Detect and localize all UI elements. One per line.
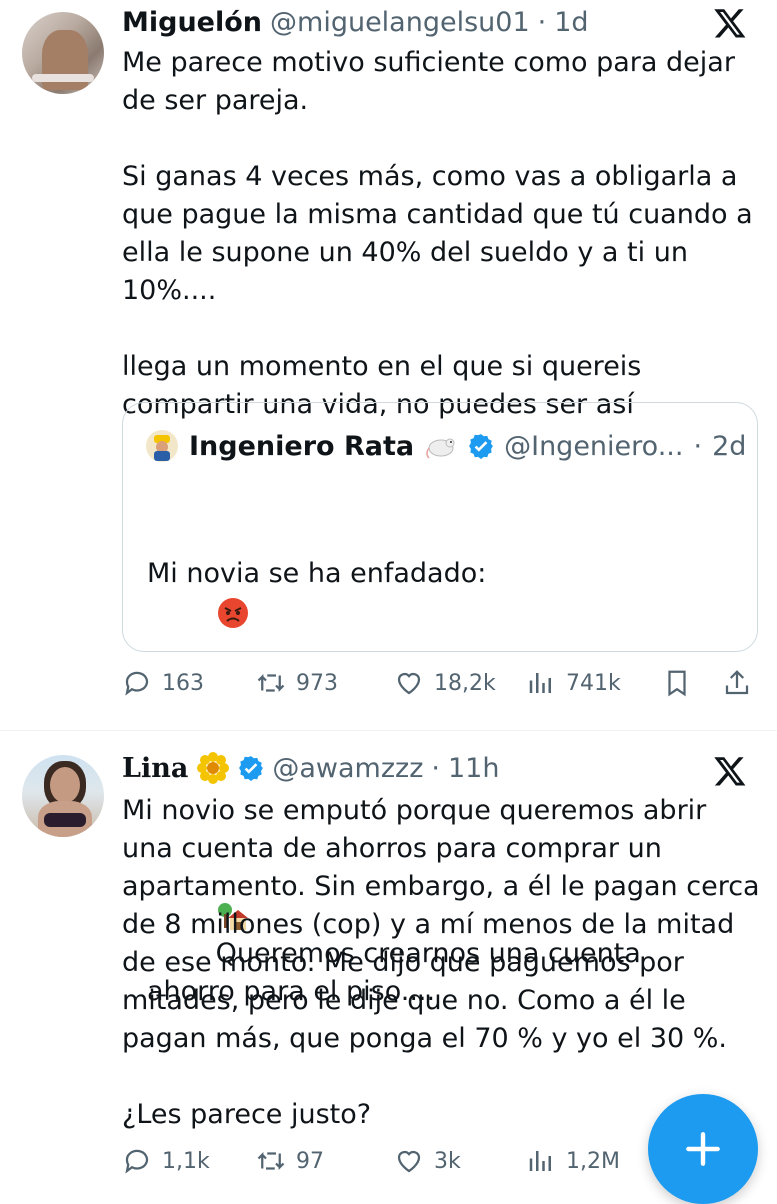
like-icon bbox=[397, 672, 421, 695]
quote-timestamp[interactable]: 2d bbox=[712, 431, 746, 462]
views-count: 1,2M bbox=[566, 1148, 620, 1174]
separator-dot: · bbox=[693, 430, 703, 462]
quote-header: Ingeniero Rata @Ingeniero... · 2d bbox=[145, 429, 746, 463]
views-icon bbox=[529, 673, 551, 693]
tweet-actions: 163 973 18,2k 741k bbox=[122, 668, 762, 708]
share-icon bbox=[725, 670, 749, 695]
quote-line-1: Mi novia se ha enfadado: bbox=[147, 558, 487, 589]
avatar[interactable] bbox=[22, 755, 104, 837]
quote-author-handle[interactable]: @Ingeniero... bbox=[504, 431, 683, 462]
quote-author-name[interactable]: Ingeniero Rata bbox=[189, 431, 414, 462]
views-button[interactable]: 741k bbox=[526, 668, 621, 698]
repost-button[interactable]: 97 bbox=[256, 1146, 324, 1176]
repost-count: 97 bbox=[296, 1148, 324, 1174]
timestamp[interactable]: 1d bbox=[554, 7, 588, 38]
verified-icon bbox=[469, 434, 494, 459]
tweet-text: Mi novio se emputó porque queremos abrir… bbox=[122, 795, 760, 1130]
views-button[interactable]: 1,2M bbox=[526, 1146, 620, 1176]
separator-dot: · bbox=[537, 6, 547, 38]
angry-face-emoji-icon bbox=[217, 597, 248, 628]
views-count: 741k bbox=[566, 670, 621, 696]
author-handle[interactable]: @miguelangelsu01 bbox=[270, 7, 530, 38]
reply-count: 163 bbox=[162, 670, 204, 696]
verified-icon bbox=[239, 756, 264, 781]
tweet-header: Miguelón @miguelangelsu01 · 1d bbox=[122, 2, 589, 42]
separator-dot: · bbox=[431, 752, 440, 784]
like-count: 18,2k bbox=[434, 670, 496, 696]
like-icon bbox=[397, 1150, 421, 1173]
reply-button[interactable]: 1,1k bbox=[122, 1146, 210, 1176]
reply-button[interactable]: 163 bbox=[122, 668, 204, 698]
author-name[interactable]: Miguelón bbox=[122, 7, 262, 38]
quote-avatar[interactable] bbox=[145, 429, 179, 463]
compose-plus-icon bbox=[686, 1132, 720, 1166]
tweet-header: Lina @awamzzz · 11h bbox=[122, 748, 499, 788]
repost-button[interactable]: 973 bbox=[256, 668, 338, 698]
tweet-text: Me parece motivo suficiente como para de… bbox=[122, 47, 753, 420]
author-handle[interactable]: @awamzzz bbox=[272, 753, 423, 784]
compose-button[interactable] bbox=[648, 1094, 758, 1204]
avatar[interactable] bbox=[22, 12, 104, 94]
views-icon bbox=[529, 1151, 551, 1171]
like-count: 3k bbox=[434, 1148, 461, 1174]
x-logo-icon[interactable] bbox=[713, 6, 747, 40]
like-button[interactable]: 3k bbox=[394, 1146, 461, 1176]
share-button[interactable] bbox=[722, 668, 752, 698]
quoted-tweet[interactable]: Ingeniero Rata @Ingeniero... · 2d Mi nov… bbox=[122, 402, 758, 1007]
x-logo-icon[interactable] bbox=[713, 754, 747, 788]
repost-count: 973 bbox=[296, 670, 338, 696]
bookmark-button[interactable] bbox=[662, 668, 692, 698]
repost-icon bbox=[257, 1152, 285, 1170]
rat-emoji-icon bbox=[426, 438, 455, 459]
reply-icon bbox=[125, 671, 149, 696]
like-button[interactable]: 18,2k bbox=[394, 668, 496, 698]
bookmark-icon bbox=[668, 670, 686, 697]
reply-count: 1,1k bbox=[162, 1148, 210, 1174]
repost-icon bbox=[257, 674, 285, 692]
author-name[interactable]: Lina bbox=[122, 753, 188, 784]
flower-emoji-icon bbox=[197, 752, 230, 784]
tweet-divider bbox=[0, 730, 777, 731]
timestamp[interactable]: 11h bbox=[448, 753, 499, 784]
reply-icon bbox=[125, 1149, 149, 1174]
